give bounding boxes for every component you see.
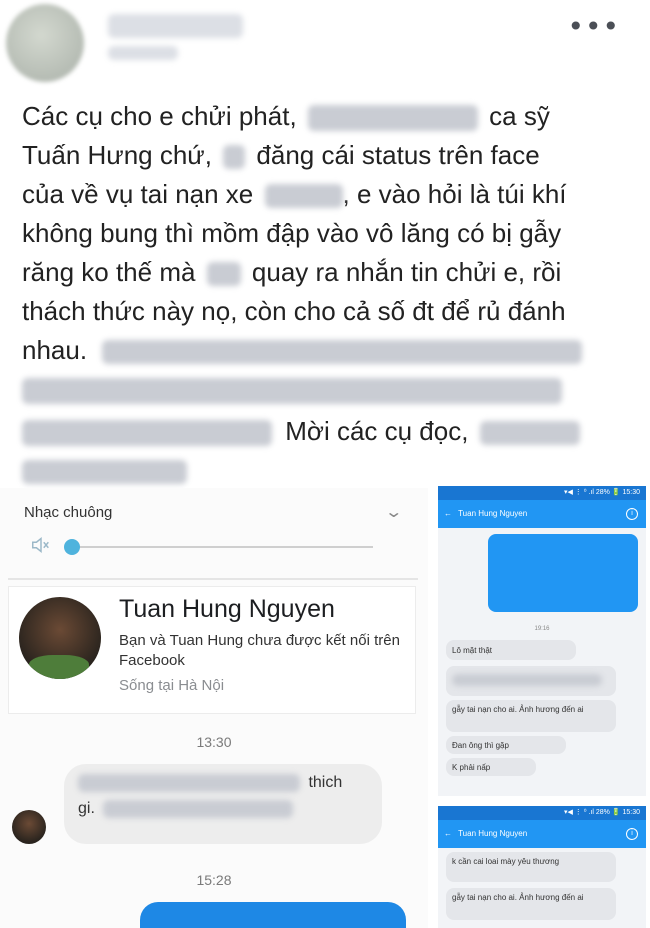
post-line: Mời các cụ đọc, [22,412,632,451]
author-avatar[interactable] [6,4,84,82]
redacted-text [102,340,583,365]
received-message-bubble[interactable]: Lô mặt thật [446,640,576,660]
sender-avatar[interactable] [12,810,46,844]
redacted-text [103,800,294,818]
received-message-bubble[interactable]: gẫy tai nạn cho ai. Ảnh hương đến ai [446,700,616,732]
ringtone-label: Nhạc chuông [24,504,113,521]
profile-name[interactable]: Tuan Hung Nguyen [119,595,335,624]
post-body: Các cụ cho e chửi phát, ca sỹ Tuấn Hưng … [22,97,632,490]
post-line: không bung thì mồm đập vào vô lăng có bị… [22,218,562,248]
volume-slider-thumb[interactable] [64,539,80,555]
received-message-bubble[interactable]: K phải nấp [446,758,536,776]
profile-card[interactable]: Tuan Hung Nguyen Bạn và Tuan Hung chưa đ… [8,586,416,714]
received-message-bubble[interactable]: Đan ông thì gặp [446,736,566,754]
author-name-redacted[interactable] [108,14,243,38]
post-line [22,451,632,490]
status-bar: ▾◀ ⋮ ⁰ .ıl 28% 🔋 15:30 [438,486,646,500]
redacted-text [22,460,187,485]
redacted-text [22,378,562,405]
chat-contact-name[interactable]: Tuan Hung Nguyen [458,829,527,838]
redacted-text [223,145,246,170]
redacted-text [452,674,602,686]
info-icon[interactable]: i [626,828,638,840]
more-horizontal-icon: ••• [567,10,620,43]
post-line [22,370,632,409]
back-arrow-icon[interactable]: ← [444,820,456,848]
messenger-screenshot-small: ▾◀ ⋮ ⁰ .ıl 28% 🔋 15:30 ← Tuan Hung Nguye… [438,806,646,928]
redacted-text [479,421,580,446]
back-arrow-icon[interactable]: ← [444,500,456,528]
chevron-down-icon[interactable]: ⌄ [384,502,403,522]
volume-mute-icon[interactable] [30,534,52,556]
redacted-text [307,105,478,132]
redacted-text [78,774,300,792]
received-message-bubble[interactable]: gẫy tai nạn cho ai. Ảnh hương đến ai [446,888,616,920]
post-line: thách thức này nọ, còn cho cả số đt để r… [22,296,566,326]
more-options-button[interactable]: ••• [567,10,620,43]
sent-message-bubble[interactable] [488,534,638,612]
post-meta-redacted [108,46,178,60]
post-line: Tuấn Hưng chứ, đăng cái status trên face [22,140,540,170]
profile-location: Sống tại Hà Nội [119,677,225,694]
message-line: gi. [78,800,294,818]
post-line: của về vụ tai nạn xe , e vào hỏi là túi … [22,179,567,209]
chat-contact-name[interactable]: Tuan Hung Nguyen [458,509,527,518]
received-message-bubble[interactable]: k cần cai loai mày yêu thương [446,852,616,882]
messenger-screenshot-small: ▾◀ ⋮ ⁰ .ıl 28% 🔋 15:30 ← Tuan Hung Nguye… [438,486,646,796]
received-message-bubble[interactable]: thich gi. [64,764,382,844]
message-timestamp: 13:30 [196,734,232,750]
post-line: răng ko thế mà quay ra nhắn tin chửi e, … [22,257,562,287]
redacted-text [206,262,241,287]
message-timestamp: 15:28 [196,872,232,888]
redacted-text [264,184,343,209]
post-header: ••• [0,0,650,90]
profile-connection-text: Bạn và Tuan Hung chưa được kết nối trên … [119,632,400,669]
info-icon[interactable]: i [626,508,638,520]
volume-slider-track[interactable] [68,546,373,548]
received-message-bubble[interactable] [446,666,616,696]
post-line: Các cụ cho e chửi phát, ca sỹ [22,101,550,132]
messenger-screenshot: Nhạc chuông ⌄ Tuan Hung Nguyen Bạn và Tu… [0,488,428,928]
redacted-text [22,420,272,447]
sent-message-bubble[interactable] [140,902,406,928]
chat-app-bar: ← Tuan Hung Nguyen i [438,820,646,848]
status-bar: ▾◀ ⋮ ⁰ .ıl 28% 🔋 15:30 [438,806,646,820]
profile-photo[interactable] [19,597,101,679]
message-timestamp: 19:16 [534,626,550,632]
message-line: thich [78,774,342,792]
post-line: nhau. [22,331,632,370]
divider [8,578,418,580]
chat-app-bar: ← Tuan Hung Nguyen i [438,500,646,528]
